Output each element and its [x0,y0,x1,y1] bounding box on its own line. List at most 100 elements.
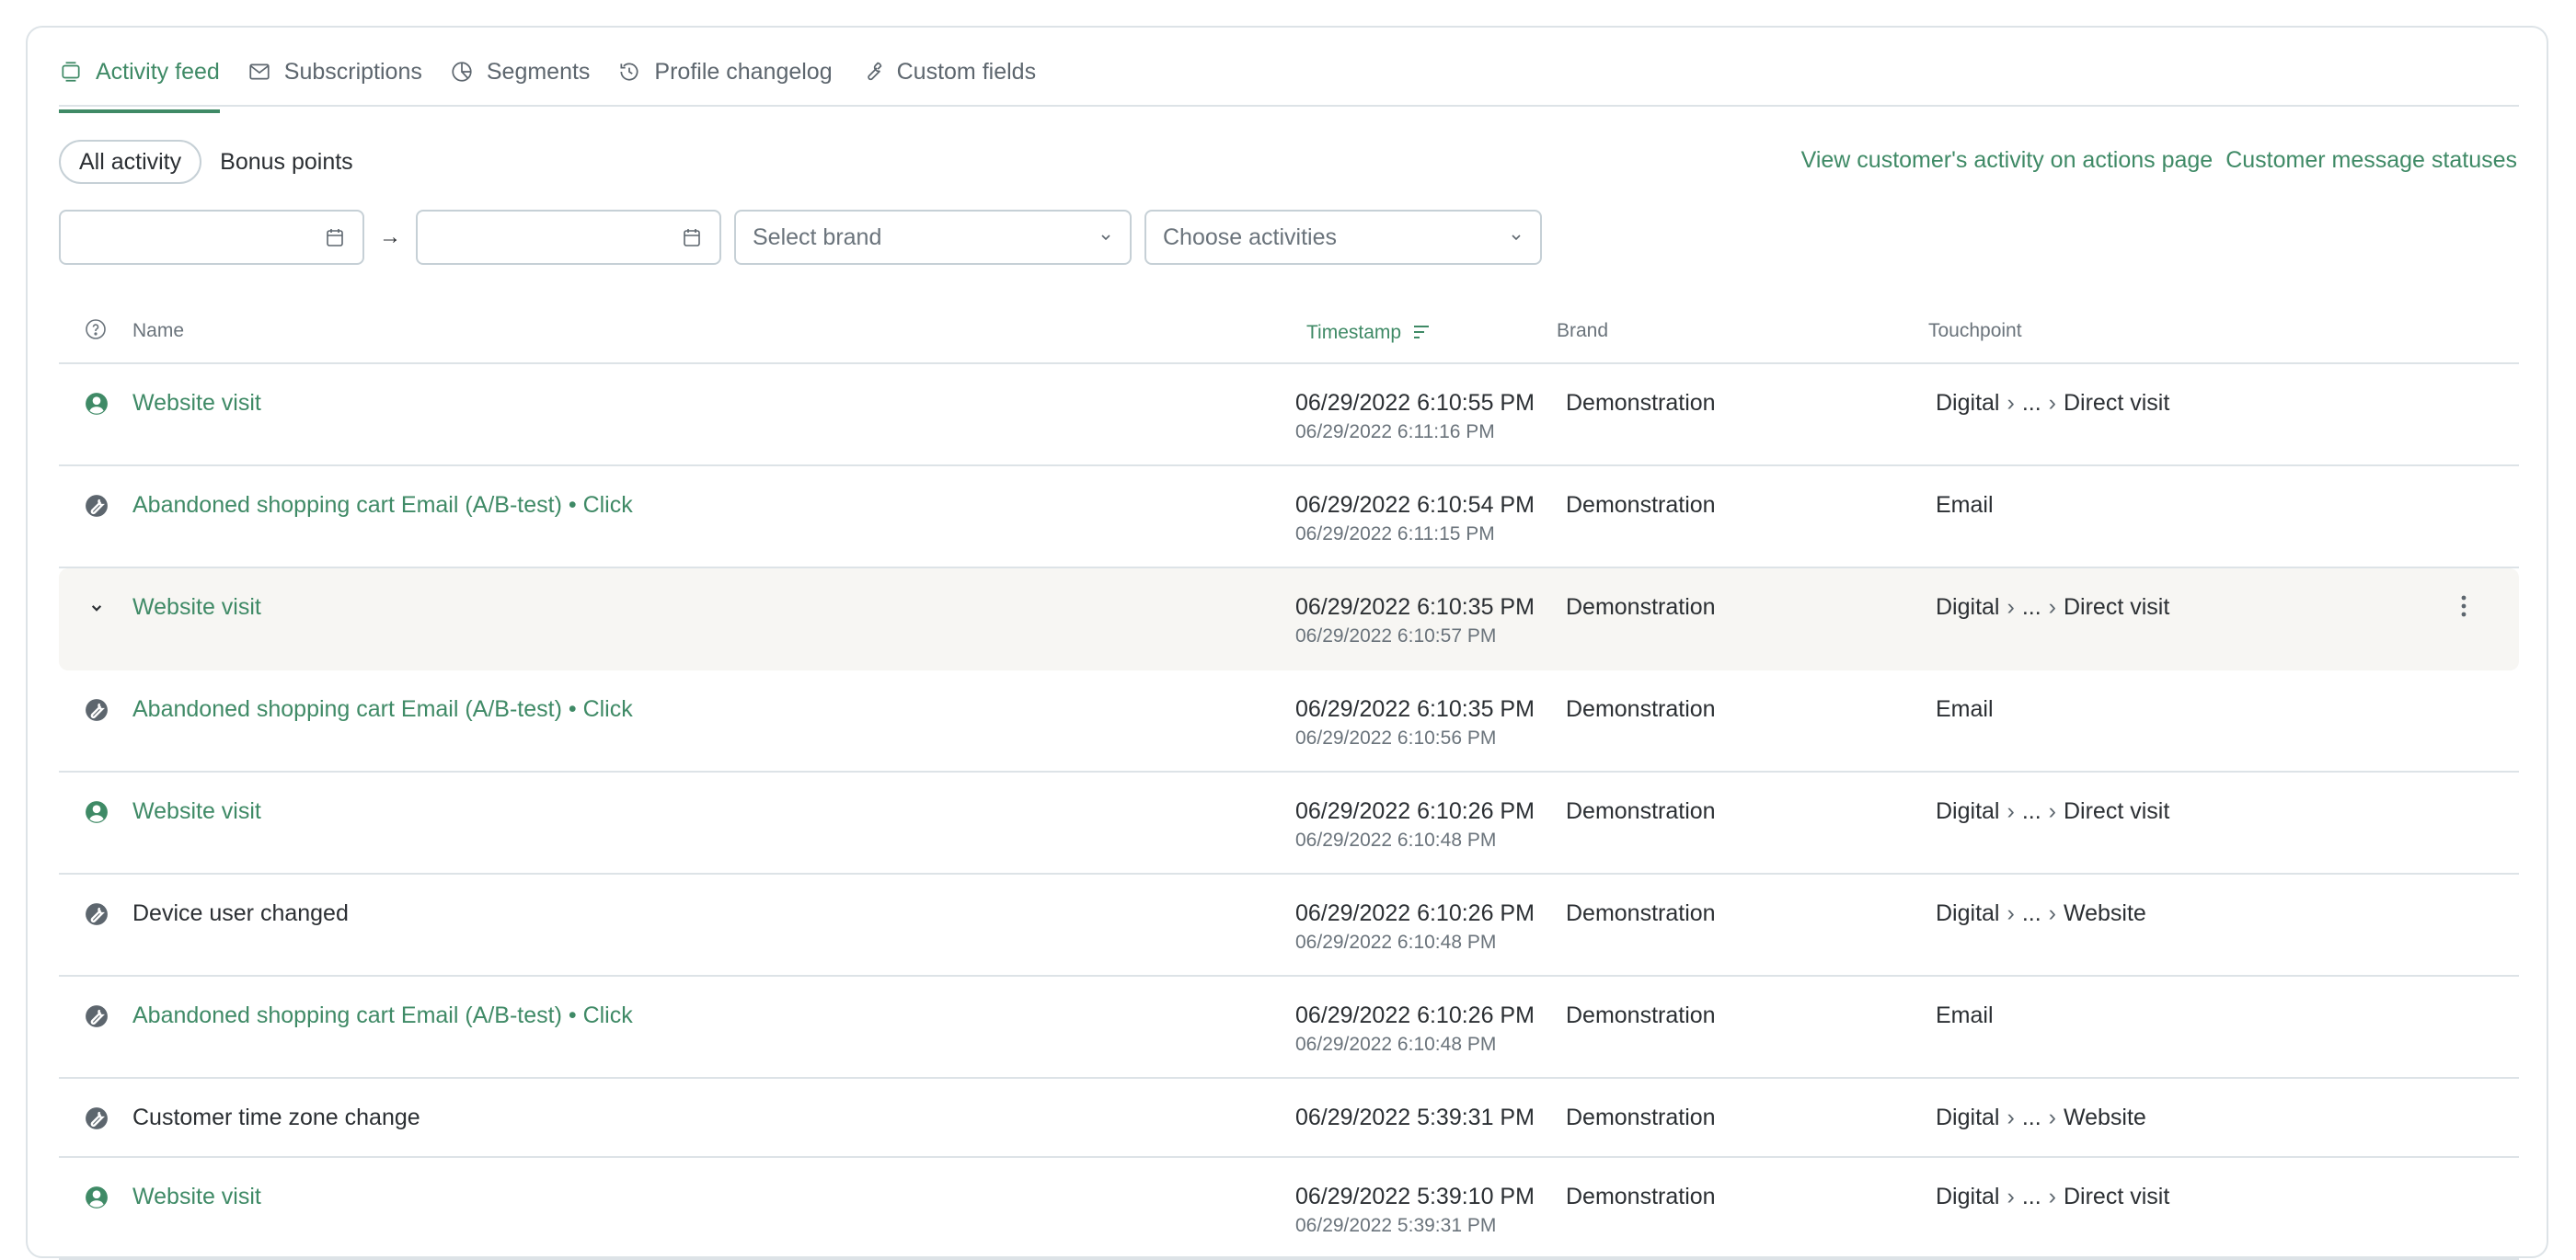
activity-received-timestamp: 06/29/2022 6:10:48 PM [1295,830,1497,851]
activity-brand: Demonstration [1566,492,1716,518]
activity-filter-pills: All activity Bonus points [59,140,372,184]
table-header: Name Timestamp Brand Touchpoint [59,294,2519,364]
column-header-touchpoint: Touchpoint [1928,320,2022,341]
tab-label: Custom fields [896,58,1037,85]
tab-profile-changelog[interactable]: Profile changelog [617,32,833,111]
activity-feed-icon [59,60,83,84]
breadcrumb-chevron-icon: › [2048,390,2056,416]
touchpoint-segment: Direct visit [2063,390,2170,416]
table-row[interactable]: Abandoned shopping cart Email (A/B-test)… [59,977,2519,1079]
activity-received-timestamp: 06/29/2022 5:39:31 PM [1295,1215,1497,1236]
activity-name: Customer time zone change [132,1105,420,1130]
sort-icon [1413,326,1429,338]
activity-card: Activity feed Subscriptions Segments Profil… [26,26,2548,1260]
activity-name[interactable]: Abandoned shopping cart Email (A/B-test)… [132,492,633,519]
activity-name[interactable]: Website visit [132,798,261,825]
table-row[interactable]: Website visit 06/29/2022 6:10:35 PM 06/29/… [59,568,2519,670]
help-icon[interactable] [85,318,107,346]
activity-timestamp: 06/29/2022 6:10:54 PM [1295,492,1535,518]
chevron-down-icon[interactable] [85,596,109,620]
activity-touchpoint: Email [1936,1002,1994,1029]
tab-segments[interactable]: Segments [450,32,591,111]
pill-all-activity[interactable]: All activity [59,140,202,184]
table-row[interactable]: Abandoned shopping cart Email (A/B-test)… [59,670,2519,773]
top-links: View customer's activity on actions page… [1801,147,2517,174]
activity-brand: Demonstration [1566,798,1716,824]
tab-custom-fields[interactable]: Custom fields [860,32,1036,111]
activity-timestamp: 06/29/2022 6:10:55 PM [1295,390,1535,416]
table-row[interactable]: Device user changed 06/29/2022 6:10:26 PM… [59,875,2519,977]
wrench-circle-icon [85,494,109,518]
touchpoint-segment: Direct visit [2063,1184,2170,1209]
activity-touchpoint: Digital ›... › Website [1936,900,2146,927]
wrench-circle-icon [85,698,109,722]
table-row[interactable]: Abandoned shopping cart Email (A/B-test)… [59,466,2519,568]
wrench-circle-icon [85,1004,109,1028]
touchpoint-segment: Website [2063,1105,2146,1130]
touchpoint-segment: ... [2021,1184,2041,1209]
tab-subscriptions[interactable]: Subscriptions [247,32,422,111]
activity-brand: Demonstration [1566,696,1716,722]
actions-page-link[interactable]: View customer's activity on actions page [1801,147,2214,174]
tab-label: Segments [486,58,591,85]
activity-name[interactable]: Abandoned shopping cart Email (A/B-test)… [132,696,633,723]
breadcrumb-chevron-icon: › [2007,390,2015,416]
brand-select-placeholder: Select brand [753,223,882,250]
user-icon [85,800,109,824]
pie-chart-icon [450,60,474,84]
message-statuses-link[interactable]: Customer message statuses [2225,147,2517,174]
activity-timestamp: 06/29/2022 5:39:31 PM [1295,1105,1535,1130]
activity-received-timestamp: 06/29/2022 6:11:15 PM [1295,523,1495,544]
pill-bonus-points[interactable]: Bonus points [201,140,372,184]
touchpoint-segment: ... [2021,594,2041,620]
breadcrumb-chevron-icon: › [2048,1105,2056,1130]
table-row[interactable]: Website visit 06/29/2022 6:10:26 PM 06/29/… [59,773,2519,875]
breadcrumb-chevron-icon: › [2048,798,2056,824]
activity-touchpoint: Digital ›... › Direct visit [1936,594,2169,621]
activity-name[interactable]: Website visit [132,1184,261,1210]
touchpoint-segment: Email [1936,492,1994,518]
date-range-arrow-icon: → [379,224,401,249]
brand-select[interactable]: Select brand [734,210,1132,265]
activities-select[interactable]: Choose activities [1144,210,1542,265]
activity-name[interactable]: Website visit [132,594,261,621]
breadcrumb-chevron-icon: › [2048,594,2056,620]
table-row[interactable]: Customer time zone change 06/29/2022 5:39… [59,1079,2519,1158]
touchpoint-segment: Digital [1936,798,2000,824]
calendar-icon[interactable] [324,226,346,248]
tab-bar: Activity feed Subscriptions Segments Profil… [59,28,2519,113]
touchpoint-segment: ... [2021,390,2041,416]
activity-brand: Demonstration [1566,900,1716,926]
activity-name: Device user changed [132,900,349,926]
activity-touchpoint: Email [1936,696,1994,723]
more-options-icon[interactable] [2455,592,2473,620]
chevron-down-icon [1512,235,1521,241]
table-row[interactable]: Website visit 06/29/2022 5:39:10 PM 06/29/… [59,1158,2519,1260]
breadcrumb-chevron-icon: › [2007,798,2015,824]
activity-name[interactable]: Abandoned shopping cart Email (A/B-test)… [132,1002,633,1029]
date-from-input[interactable] [59,210,364,265]
activity-timestamp: 06/29/2022 6:10:26 PM [1295,900,1535,926]
activity-timestamp: 06/29/2022 5:39:10 PM [1295,1184,1535,1209]
activity-brand: Demonstration [1566,390,1716,416]
activity-brand: Demonstration [1566,1002,1716,1028]
activity-received-timestamp: 06/29/2022 6:11:16 PM [1295,421,1495,442]
touchpoint-segment: ... [2021,798,2041,824]
breadcrumb-chevron-icon: › [2007,1184,2015,1209]
touchpoint-segment: Digital [1936,390,2000,416]
date-to-input[interactable] [416,210,721,265]
touchpoint-segment: Email [1936,696,1994,722]
activity-name[interactable]: Website visit [132,390,261,417]
activity-touchpoint: Digital ›... › Direct visit [1936,798,2169,825]
column-header-timestamp[interactable]: Timestamp [1306,320,1431,344]
activity-timestamp: 06/29/2022 6:10:35 PM [1295,696,1535,722]
activity-brand: Demonstration [1566,1105,1716,1130]
table-row[interactable]: Website visit 06/29/2022 6:10:55 PM 06/29/… [59,364,2519,466]
filters-bar: → Select brand Choose activities [59,210,1542,265]
calendar-icon[interactable] [681,226,703,248]
tab-activity-feed[interactable]: Activity feed [59,32,220,113]
touchpoint-segment: Digital [1936,594,2000,620]
touchpoint-segment: Digital [1936,900,2000,926]
breadcrumb-chevron-icon: › [2007,1105,2015,1130]
breadcrumb-chevron-icon: › [2007,900,2015,926]
